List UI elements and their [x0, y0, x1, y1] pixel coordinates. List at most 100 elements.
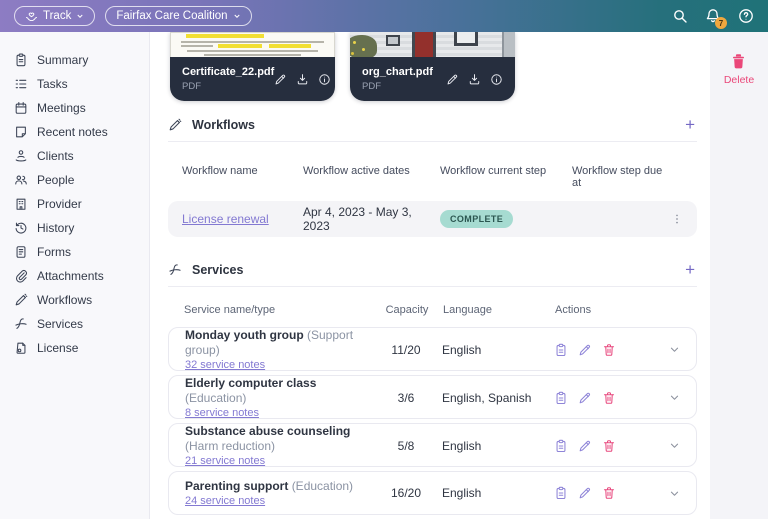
form-document-icon — [14, 245, 28, 259]
workflows-table-header: Workflow name Workflow active dates Work… — [168, 165, 697, 189]
kebab-menu-icon[interactable] — [671, 212, 683, 226]
service-actions — [554, 391, 654, 405]
sidebar-item-clients[interactable]: Clients — [0, 144, 149, 168]
add-service-button[interactable]: + — [683, 263, 697, 277]
app-switcher[interactable]: Track — [14, 6, 95, 26]
service-note-icon[interactable] — [554, 343, 568, 357]
info-icon[interactable] — [490, 73, 503, 86]
info-icon[interactable] — [318, 73, 331, 86]
service-name-cell: Substance abuse counseling (Harm reducti… — [185, 424, 370, 467]
download-icon[interactable] — [468, 73, 481, 86]
service-row: Monday youth group (Support group) 32 se… — [168, 327, 697, 371]
service-notes-link[interactable]: 8 service notes — [185, 407, 259, 419]
chevron-down-icon — [76, 12, 84, 20]
trash-icon[interactable] — [602, 439, 616, 453]
workflow-active-dates: Apr 4, 2023 - May 3, 2023 — [303, 205, 440, 233]
edit-icon[interactable] — [446, 73, 459, 86]
service-row: Elderly computer class (Education) 8 ser… — [168, 375, 697, 419]
trash-icon[interactable] — [602, 486, 616, 500]
service-notes-link[interactable]: 24 service notes — [185, 495, 265, 507]
chevron-down-icon[interactable] — [669, 488, 680, 499]
sidebar-item-label: Attachments — [37, 269, 104, 283]
service-capacity: 3/6 — [370, 391, 442, 405]
client-hand-icon — [14, 149, 28, 163]
edit-icon[interactable] — [274, 73, 287, 86]
topbar: Track Fairfax Care Coalition 7 — [0, 0, 768, 32]
service-language: English — [442, 439, 554, 453]
edit-icon[interactable] — [578, 486, 592, 500]
sidebar-item-forms[interactable]: Forms — [0, 240, 149, 264]
services-signature-icon — [168, 263, 182, 277]
delete-label: Delete — [724, 74, 754, 86]
delete-button[interactable]: Delete — [724, 53, 754, 86]
app-name: Track — [43, 10, 71, 22]
attachment-card[interactable]: Certificate_22.pdf PDF — [170, 32, 335, 101]
sidebar-item-recent-notes[interactable]: Recent notes — [0, 120, 149, 144]
sidebar-item-label: Meetings — [37, 101, 86, 115]
chevron-down-icon — [233, 12, 241, 20]
service-language: English — [442, 343, 554, 357]
column-header: Workflow step due at — [572, 165, 665, 189]
people-icon — [14, 173, 28, 187]
sidebar-item-provider[interactable]: Provider — [0, 192, 149, 216]
service-notes-link[interactable]: 21 service notes — [185, 455, 265, 467]
service-name-cell: Elderly computer class (Education) 8 ser… — [185, 376, 370, 419]
workflow-name-link[interactable]: License renewal — [182, 212, 269, 226]
org-switcher[interactable]: Fairfax Care Coalition — [105, 6, 251, 26]
column-header: Workflow active dates — [303, 165, 440, 189]
sidebar-item-license[interactable]: License — [0, 336, 149, 360]
sidebar-item-summary[interactable]: Summary — [0, 48, 149, 72]
help-icon[interactable] — [738, 8, 754, 24]
sidebar-item-people[interactable]: People — [0, 168, 149, 192]
column-header: Service name/type — [184, 304, 371, 316]
sidebar-item-services[interactable]: Services — [0, 312, 149, 336]
sidebar-item-label: Tasks — [37, 77, 68, 91]
edit-icon[interactable] — [578, 439, 592, 453]
sidebar-item-workflows[interactable]: Workflows — [0, 288, 149, 312]
workflow-row: License renewal Apr 4, 2023 - May 3, 202… — [168, 201, 697, 237]
license-certificate-icon — [14, 341, 28, 355]
chevron-down-icon[interactable] — [669, 392, 680, 403]
service-note-icon[interactable] — [554, 486, 568, 500]
sidebar-item-history[interactable]: History — [0, 216, 149, 240]
service-note-icon[interactable] — [554, 439, 568, 453]
add-workflow-button[interactable]: + — [683, 118, 697, 132]
sidebar-item-label: People — [37, 173, 74, 187]
service-type: (Harm reduction) — [185, 439, 275, 453]
services-table-header: Service name/type Capacity Language Acti… — [168, 304, 697, 316]
file-type: PDF — [182, 81, 274, 92]
sidebar-item-label: Provider — [37, 197, 82, 211]
sidebar-item-label: Recent notes — [37, 125, 108, 139]
service-language: English — [442, 486, 554, 500]
file-name: org_chart.pdf — [362, 66, 433, 79]
service-notes-link[interactable]: 32 service notes — [185, 359, 265, 371]
paperclip-icon — [14, 269, 28, 283]
attachment-card-footer: Certificate_22.pdf PDF — [170, 57, 335, 101]
attachment-card[interactable]: org_chart.pdf PDF — [350, 32, 515, 101]
status-badge: COMPLETE — [440, 210, 513, 228]
workflow-pen-icon — [14, 293, 28, 307]
column-header: Capacity — [371, 304, 443, 316]
edit-icon[interactable] — [578, 343, 592, 357]
service-note-icon[interactable] — [554, 391, 568, 405]
edit-icon[interactable] — [578, 391, 592, 405]
column-header: Language — [443, 304, 555, 316]
file-type: PDF — [362, 81, 433, 92]
workflows-section-header: Workflows + — [168, 118, 697, 142]
chevron-down-icon[interactable] — [669, 344, 680, 355]
note-icon — [14, 125, 28, 139]
trash-icon[interactable] — [602, 391, 616, 405]
sidebar-item-attachments[interactable]: Attachments — [0, 264, 149, 288]
sidebar-item-tasks[interactable]: Tasks — [0, 72, 149, 96]
sidebar: Summary Tasks Meetings Recent notes Clie — [0, 32, 150, 519]
service-name: Monday youth group — [185, 328, 304, 342]
notifications-bell-icon[interactable]: 7 — [705, 8, 721, 24]
search-icon[interactable] — [672, 8, 688, 24]
sidebar-item-label: License — [37, 341, 78, 355]
services-section-header: Services + — [168, 263, 697, 287]
chevron-down-icon[interactable] — [669, 440, 680, 451]
sidebar-item-meetings[interactable]: Meetings — [0, 96, 149, 120]
trash-icon[interactable] — [602, 343, 616, 357]
download-icon[interactable] — [296, 73, 309, 86]
column-header: Workflow name — [182, 165, 303, 189]
